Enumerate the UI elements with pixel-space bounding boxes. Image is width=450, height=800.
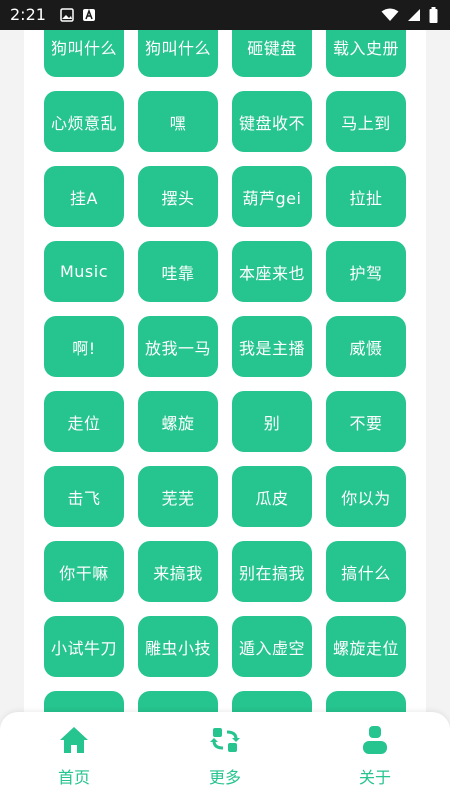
wifi-icon <box>381 8 399 21</box>
sound-button[interactable]: 别 <box>232 391 312 452</box>
sound-button[interactable]: 你干嘛 <box>44 541 124 602</box>
sound-button[interactable]: 芜芜 <box>138 466 218 527</box>
app-a-icon <box>83 8 95 21</box>
bottom-nav: 首页 更多 关于 <box>0 712 450 800</box>
sound-button[interactable]: 击飞 <box>44 466 124 527</box>
image-icon <box>60 8 74 22</box>
signal-icon <box>408 9 420 21</box>
sound-button[interactable]: 螺旋 <box>138 391 218 452</box>
sound-button[interactable]: 放我一马 <box>138 316 218 377</box>
sound-button[interactable]: 挂A <box>44 166 124 227</box>
sound-button[interactable]: 嘿 <box>138 91 218 152</box>
sound-button[interactable]: 拉扯 <box>326 166 406 227</box>
sound-button[interactable]: 键盘收不 <box>232 91 312 152</box>
sound-button[interactable]: 葫芦gei <box>232 166 312 227</box>
sound-button[interactable]: 别在搞我 <box>232 541 312 602</box>
sound-button[interactable]: 不要 <box>326 391 406 452</box>
status-time: 2:21 <box>10 5 46 24</box>
nav-home[interactable]: 首页 <box>39 726 109 790</box>
sound-button[interactable]: 遁入虚空 <box>232 616 312 677</box>
sound-button[interactable]: 瓜皮 <box>232 466 312 527</box>
sound-button[interactable]: 走位 <box>44 391 124 452</box>
sound-button[interactable]: Music <box>44 241 124 302</box>
sound-button[interactable]: 小试牛刀 <box>44 616 124 677</box>
sound-grid: 狗叫什么 狗叫什么 砸键盘 载入史册 心烦意乱嘿键盘收不 马上到 挂A 摆头 葫芦gei 拉扯 Mu… <box>44 16 406 752</box>
nav-home-label: 首页 <box>57 768 90 787</box>
home-icon <box>60 727 88 753</box>
sound-button[interactable]: 摆头 <box>138 166 218 227</box>
swap-icon <box>210 728 240 752</box>
sound-button[interactable]: 你以为 <box>326 466 406 527</box>
sound-button[interactable]: 雕虫小技 <box>138 616 218 677</box>
sound-panel: 狗叫什么 狗叫什么 砸键盘 载入史册 心烦意乱嘿键盘收不 马上到 挂A 摆头 葫芦gei 拉扯 Mu… <box>24 0 426 800</box>
sound-button[interactable]: 威慑 <box>326 316 406 377</box>
sound-button[interactable]: 哇靠 <box>138 241 218 302</box>
sound-button[interactable]: 来搞我 <box>138 541 218 602</box>
nav-more[interactable]: 更多 <box>190 726 260 790</box>
nav-more-label: 更多 <box>208 768 241 787</box>
nav-about[interactable]: 关于 <box>340 726 410 790</box>
nav-about-label: 关于 <box>358 768 391 787</box>
sound-button[interactable]: 本座来也 <box>232 241 312 302</box>
sound-button[interactable]: 螺旋走位 <box>326 616 406 677</box>
user-icon <box>363 726 387 754</box>
sound-button[interactable]: 护驾 <box>326 241 406 302</box>
sound-button[interactable]: 啊! <box>44 316 124 377</box>
sound-button[interactable]: 搞什么 <box>326 541 406 602</box>
battery-icon <box>429 7 438 23</box>
sound-button[interactable]: 我是主播 <box>232 316 312 377</box>
sound-button[interactable]: 心烦意乱 <box>44 91 124 152</box>
sound-button[interactable]: 马上到 <box>326 91 406 152</box>
status-bar: 2:21 <box>0 0 450 30</box>
